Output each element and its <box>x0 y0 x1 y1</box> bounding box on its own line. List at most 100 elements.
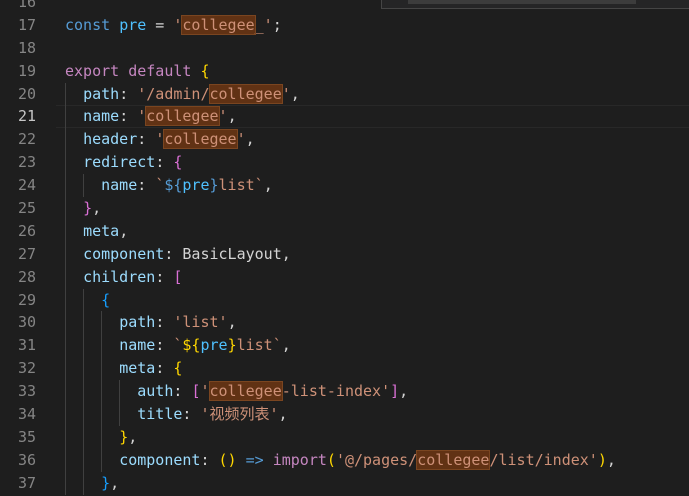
code-text: path: 'list', <box>65 311 236 334</box>
code-line[interactable]: 37 }, <box>0 471 689 495</box>
code-line[interactable]: 30 path: 'list', <box>0 311 689 335</box>
code-line[interactable]: 19 export default { <box>0 60 689 83</box>
code-token: name <box>101 176 138 195</box>
code-token: '视频列表' <box>200 405 279 424</box>
find-input[interactable] <box>408 0 636 4</box>
code-line[interactable]: 35 }, <box>0 425 689 449</box>
line-number: 16 <box>17 0 36 11</box>
code-line[interactable]: 25 }, <box>0 197 689 220</box>
code-line[interactable]: 18 <box>0 37 689 60</box>
code-line[interactable]: 29 { <box>0 288 689 312</box>
code-token: { <box>173 359 183 378</box>
code-line[interactable]: 22 header: 'collegee', <box>0 128 689 152</box>
line-number: 35 <box>17 427 36 446</box>
code-line[interactable]: 32 meta: { <box>0 357 689 381</box>
code-token: ' <box>137 107 147 126</box>
code-line[interactable]: 17 const pre = 'collegee_'; <box>0 14 689 37</box>
code-token: auth <box>137 382 174 401</box>
code-line[interactable]: 28 children: [ <box>0 265 689 289</box>
code-text: meta: { <box>65 357 182 380</box>
code-token: -list-index' <box>281 382 391 401</box>
find-widget[interactable] <box>381 0 689 9</box>
code-token: : <box>119 84 138 103</box>
code-token: { <box>200 61 210 80</box>
code-token: ${ <box>182 336 201 355</box>
code-token: title <box>137 405 183 424</box>
search-match-highlight: collegee <box>208 381 283 402</box>
code-token: list <box>218 176 255 195</box>
code-line[interactable]: 23 redirect: { <box>0 151 689 175</box>
line-number: 32 <box>17 359 36 378</box>
code-token: } <box>227 336 237 355</box>
code-text: }, <box>65 197 101 220</box>
code-token: , <box>227 107 237 126</box>
code-token: { <box>173 153 183 172</box>
code-token: meta <box>119 359 156 378</box>
code-token: ' <box>200 382 210 401</box>
code-token: ; <box>272 15 282 34</box>
code-line[interactable]: 24 name: `${pre}list`, <box>0 174 689 198</box>
code-token: , <box>399 382 409 401</box>
code-token: BasicLayout <box>182 244 282 263</box>
line-number: 22 <box>17 130 36 149</box>
code-token: : <box>137 176 156 195</box>
code-token: , <box>281 244 291 263</box>
code-editor[interactable]: 16 17 const pre = 'collegee_'; 18 19 export d… <box>0 0 689 495</box>
code-text: children: [ <box>65 266 182 289</box>
code-token: , <box>92 199 102 218</box>
code-token: '/admin/ <box>137 84 210 103</box>
code-line[interactable]: 26 meta, <box>0 219 689 243</box>
code-token: [ <box>173 267 183 286</box>
line-number: 36 <box>17 450 36 469</box>
code-token: ' <box>155 130 165 149</box>
code-token: : <box>155 313 174 332</box>
code-token: name <box>119 336 156 355</box>
code-line[interactable]: 20 path: '/admin/collegee', <box>0 82 689 106</box>
code-text: path: '/admin/collegee', <box>65 83 300 106</box>
code-token: , <box>263 176 273 195</box>
code-line[interactable]: 27 component: BasicLayout, <box>0 242 689 266</box>
code-text: export default { <box>65 60 210 83</box>
code-token: , <box>128 427 138 446</box>
line-number: 37 <box>17 473 36 492</box>
code-token: = <box>146 15 174 34</box>
code-token: : <box>137 130 156 149</box>
code-line[interactable]: 34 title: '视频列表', <box>0 403 689 426</box>
code-line[interactable]: 21 name: 'collegee', <box>0 105 689 129</box>
code-line[interactable]: 36 component: () => import('@/pages/coll… <box>0 448 689 472</box>
line-number: 20 <box>17 84 36 103</box>
code-text: header: 'collegee', <box>65 128 255 151</box>
code-token: ( <box>326 450 336 469</box>
code-token: ${ <box>164 176 183 195</box>
code-token: : <box>155 359 174 378</box>
line-number: 19 <box>17 61 36 80</box>
code-text: }, <box>65 472 119 495</box>
code-line[interactable]: 33 auth: ['collegee-list-index'], <box>0 380 689 404</box>
code-token: pre <box>200 336 228 355</box>
code-token: component <box>83 244 165 263</box>
code-token: : <box>164 244 183 263</box>
code-text: component: () => import('@/pages/college… <box>65 449 616 472</box>
code-token: '@/pages/ <box>335 450 418 469</box>
code-token: ' <box>218 107 228 126</box>
code-token: () <box>218 450 237 469</box>
line-number: 29 <box>17 290 36 309</box>
code-text: meta, <box>65 220 128 243</box>
code-token: import <box>272 450 327 469</box>
code-text: const pre = 'collegee_'; <box>65 14 282 37</box>
code-token: => <box>245 450 264 469</box>
code-line[interactable]: 31 name: `${pre}list`, <box>0 334 689 358</box>
line-number: 21 <box>17 107 36 126</box>
